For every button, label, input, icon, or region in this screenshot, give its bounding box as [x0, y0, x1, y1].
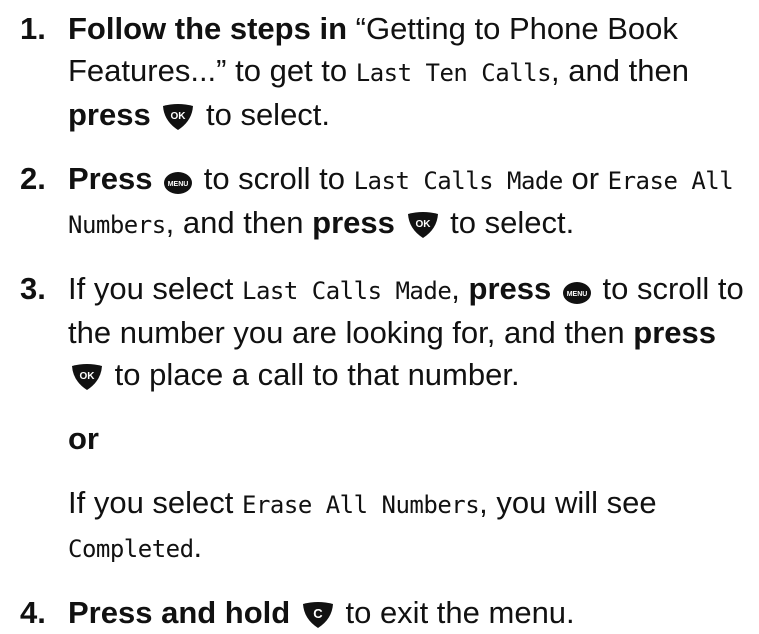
- menu-key-icon: MENU: [562, 281, 592, 305]
- step-number: 4.: [20, 595, 46, 630]
- ok-key-label: OK: [415, 219, 431, 230]
- step-bold-text: Follow the steps in: [68, 11, 348, 46]
- step-bold-text: press: [68, 97, 151, 132]
- step-text: If you select: [68, 485, 243, 520]
- menu-key-icon: MENU: [163, 171, 193, 195]
- step-2: 2. Press MENU to scroll to Last Calls Ma…: [20, 158, 750, 246]
- ok-key-icon: OK: [161, 103, 195, 131]
- step-text: If you select: [68, 271, 243, 306]
- display-text-last-ten-calls: Last Ten Calls: [355, 59, 552, 87]
- step-text: , you will see: [479, 485, 657, 520]
- step-3: 3. If you select Last Calls Made, press …: [20, 268, 750, 570]
- step-1: 1. Follow the steps in “Getting to Phone…: [20, 8, 750, 136]
- step-bold-text: press: [312, 205, 395, 240]
- ok-key-icon: OK: [70, 363, 104, 391]
- alternative-text: If you select Erase All Numbers, you wil…: [68, 482, 750, 570]
- step-number: 2.: [20, 161, 46, 196]
- step-bold-text: Press and hold: [68, 595, 291, 630]
- display-text-last-calls-made: Last Calls Made: [353, 167, 564, 195]
- step-bold-text: press: [633, 315, 716, 350]
- or-separator: or: [68, 421, 99, 456]
- ok-key-icon: OK: [406, 211, 440, 239]
- instruction-steps: 1. Follow the steps in “Getting to Phone…: [20, 8, 750, 634]
- step-text: to place a call to that number.: [106, 357, 520, 392]
- step-text: to select.: [441, 205, 575, 240]
- step-text: to exit the menu.: [336, 595, 575, 630]
- step-number: 3.: [20, 271, 46, 306]
- step-text: to scroll to: [195, 161, 354, 196]
- step-text: , and then: [551, 53, 689, 88]
- clear-key-icon: C: [301, 601, 335, 629]
- step-text: .: [193, 529, 203, 564]
- step-text: or: [562, 161, 608, 196]
- clear-key-label: C: [313, 606, 323, 621]
- step-text: ,: [451, 271, 469, 306]
- step-text: , and then: [165, 205, 313, 240]
- step-4: 4. Press and hold C to exit the menu.: [20, 592, 750, 634]
- step-number: 1.: [20, 11, 46, 46]
- display-text-last-calls-made: Last Calls Made: [242, 277, 452, 305]
- step-bold-text: press: [468, 271, 552, 306]
- step-bold-text: Press: [68, 161, 153, 196]
- display-text-erase-all-numbers: Erase All Numbers: [242, 491, 480, 519]
- ok-key-label: OK: [171, 111, 187, 122]
- menu-key-label: MENU: [168, 181, 189, 188]
- menu-key-label: MENU: [567, 291, 588, 298]
- step-text: to select.: [197, 97, 331, 132]
- display-text-completed: Completed: [68, 535, 194, 563]
- ok-key-label: OK: [80, 371, 96, 382]
